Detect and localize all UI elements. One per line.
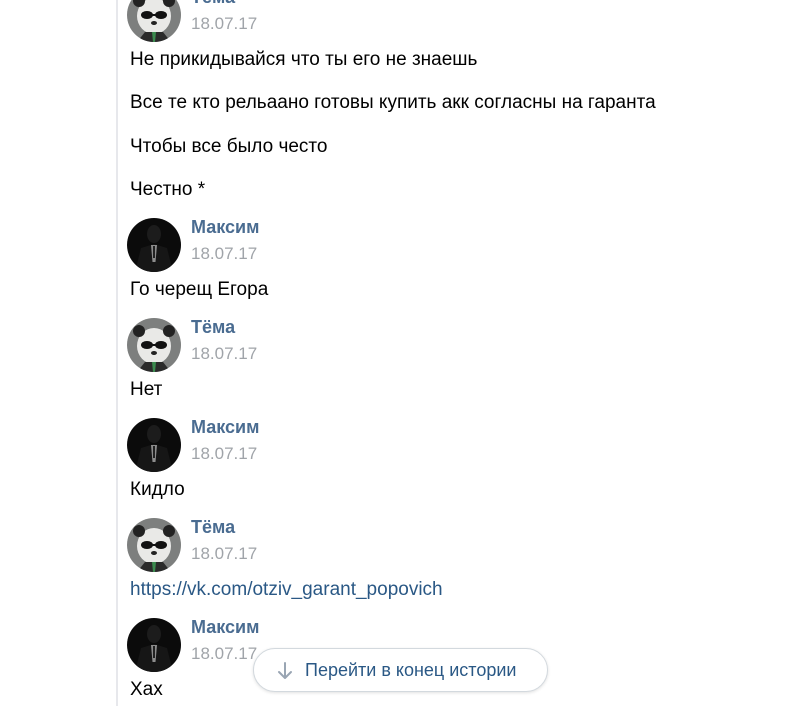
message-author[interactable]: Максим [191,617,259,638]
message-date[interactable]: 18.07.17 [191,14,257,34]
message-author[interactable]: Максим [191,417,259,438]
arrow-down-icon [278,662,292,679]
message-date[interactable]: 18.07.17 [191,544,257,564]
thread-line [116,0,118,706]
message-link[interactable]: https://vk.com/otziv_garant_popovich [130,579,443,601]
message-history-view: Тёма 18.07.17 Не прикидывайся что ты его… [0,0,809,706]
jump-to-end-label: Перейти в конец истории [305,660,517,680]
message-author[interactable]: Максим [191,217,259,238]
panda-avatar-icon[interactable] [127,0,181,42]
message-text: Кидло [130,479,185,500]
message-text: Все те кто рельаано готовы купить акк со… [130,92,656,113]
panda-avatar-icon[interactable] [127,318,181,372]
message-text: Чтобы все было често [130,136,328,157]
message-date[interactable]: 18.07.17 [191,344,257,364]
message-text: Не прикидывайся что ты его не знаешь [130,49,478,70]
suit-man-avatar-icon[interactable] [127,418,181,472]
suit-man-avatar-icon[interactable] [127,218,181,272]
jump-to-end-button[interactable]: Перейти в конец истории [253,648,548,692]
message-text: Нет [130,379,163,400]
message-date[interactable]: 18.07.17 [191,644,257,664]
message-author[interactable]: Тёма [191,317,235,338]
suit-man-avatar-icon[interactable] [127,618,181,672]
message-author[interactable]: Тёма [191,0,235,8]
message-text: Го черещ Егора [130,279,269,300]
panda-avatar-icon[interactable] [127,518,181,572]
message-text: Хах [130,679,163,700]
message-text: Честно * [130,179,206,200]
message-date[interactable]: 18.07.17 [191,444,257,464]
message-date[interactable]: 18.07.17 [191,244,257,264]
message-author[interactable]: Тёма [191,517,235,538]
